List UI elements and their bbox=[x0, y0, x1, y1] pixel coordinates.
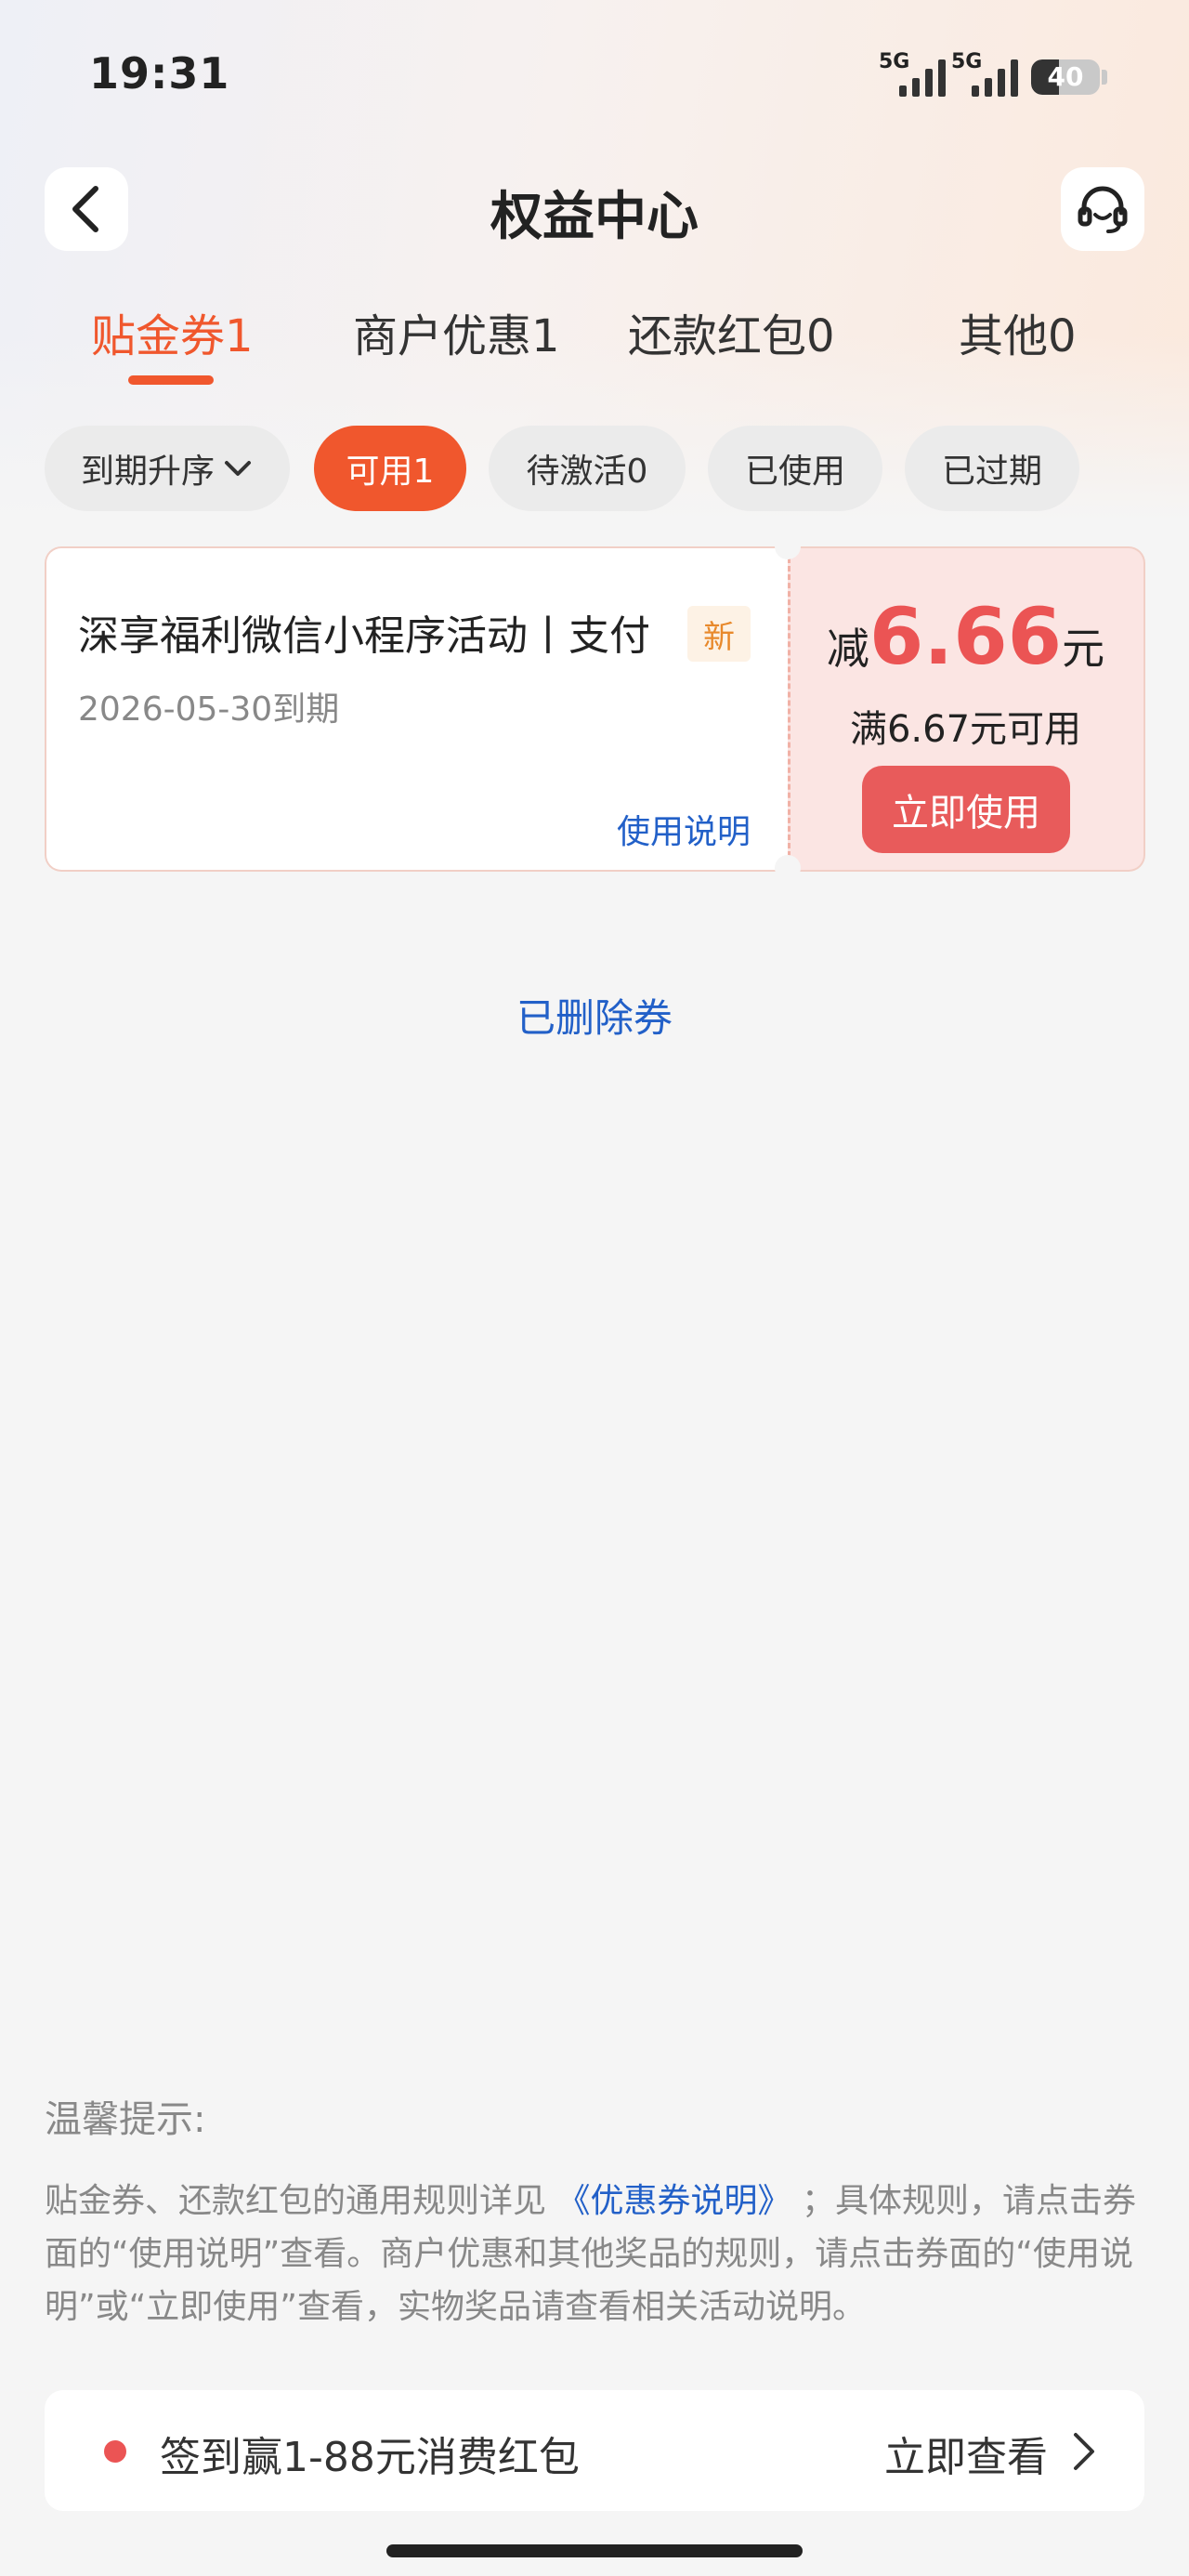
cellular-signal-icon: 5G bbox=[879, 50, 953, 97]
coupon-notch bbox=[775, 533, 801, 559]
sort-dropdown[interactable]: 到期升序 bbox=[45, 426, 290, 511]
new-badge: 新 bbox=[687, 606, 751, 662]
coupon-title: 深享福利微信小程序活动丨支付 bbox=[78, 612, 650, 660]
coupon-terms-link[interactable]: 《优惠券说明》 bbox=[556, 2182, 790, 2220]
view-now-link[interactable]: 立即查看 bbox=[884, 2424, 1048, 2483]
status-time: 19:31 bbox=[89, 48, 230, 99]
cellular-signal-icon: 5G bbox=[951, 50, 1026, 97]
amount-unit: 元 bbox=[1062, 624, 1105, 674]
deleted-coupons-link[interactable]: 已删除券 bbox=[0, 987, 1189, 1044]
page-title: 权益中心 bbox=[490, 187, 699, 247]
battery-icon: 40 bbox=[1031, 59, 1100, 95]
tab-repayment-red-packet[interactable]: 还款红包0 bbox=[628, 299, 835, 364]
headset-icon bbox=[1078, 186, 1128, 233]
tips-text: 贴金券、还款红包的通用规则详见 bbox=[45, 2182, 547, 2220]
sort-label: 到期升序 bbox=[80, 453, 215, 491]
coupon-amount: 减6.66元 bbox=[788, 591, 1143, 682]
filter-chip-available[interactable]: 可用1 bbox=[314, 426, 466, 511]
promo-text: 签到赢1-88元消费红包 bbox=[160, 2434, 580, 2481]
customer-service-button[interactable] bbox=[1061, 167, 1144, 251]
chevron-right-icon bbox=[1074, 2433, 1094, 2470]
coupon-expiry: 2026-05-30到期 bbox=[78, 690, 340, 729]
usage-instructions-link[interactable]: 使用说明 bbox=[617, 805, 751, 853]
tips-body: 贴金券、还款红包的通用规则详见 《优惠券说明》 ；具体规则，请点击券面的“使用说… bbox=[45, 2175, 1150, 2333]
tab-gold-coupon[interactable]: 贴金券1 bbox=[91, 299, 254, 364]
tips-title: 温馨提示: bbox=[45, 2098, 206, 2141]
battery-level: 40 bbox=[1047, 61, 1084, 92]
use-now-button[interactable]: 立即使用 bbox=[862, 766, 1070, 853]
active-tab-indicator bbox=[128, 375, 214, 385]
filter-chip-used[interactable]: 已使用 bbox=[708, 426, 882, 511]
coupon-condition: 满6.67元可用 bbox=[849, 708, 1082, 751]
amount-prefix: 减 bbox=[826, 624, 869, 674]
filter-chip-expired[interactable]: 已过期 bbox=[905, 426, 1079, 511]
coupon-notch bbox=[775, 855, 801, 881]
filter-chip-pending[interactable]: 待激活0 bbox=[489, 426, 686, 511]
tab-merchant-offers[interactable]: 商户优惠1 bbox=[353, 299, 560, 364]
home-indicator[interactable] bbox=[386, 2544, 803, 2557]
chevron-down-icon bbox=[225, 461, 251, 476]
amount-value: 6.66 bbox=[869, 591, 1063, 682]
tab-other[interactable]: 其他0 bbox=[959, 299, 1077, 364]
battery-cap bbox=[1102, 70, 1107, 85]
promo-dot bbox=[104, 2440, 126, 2463]
